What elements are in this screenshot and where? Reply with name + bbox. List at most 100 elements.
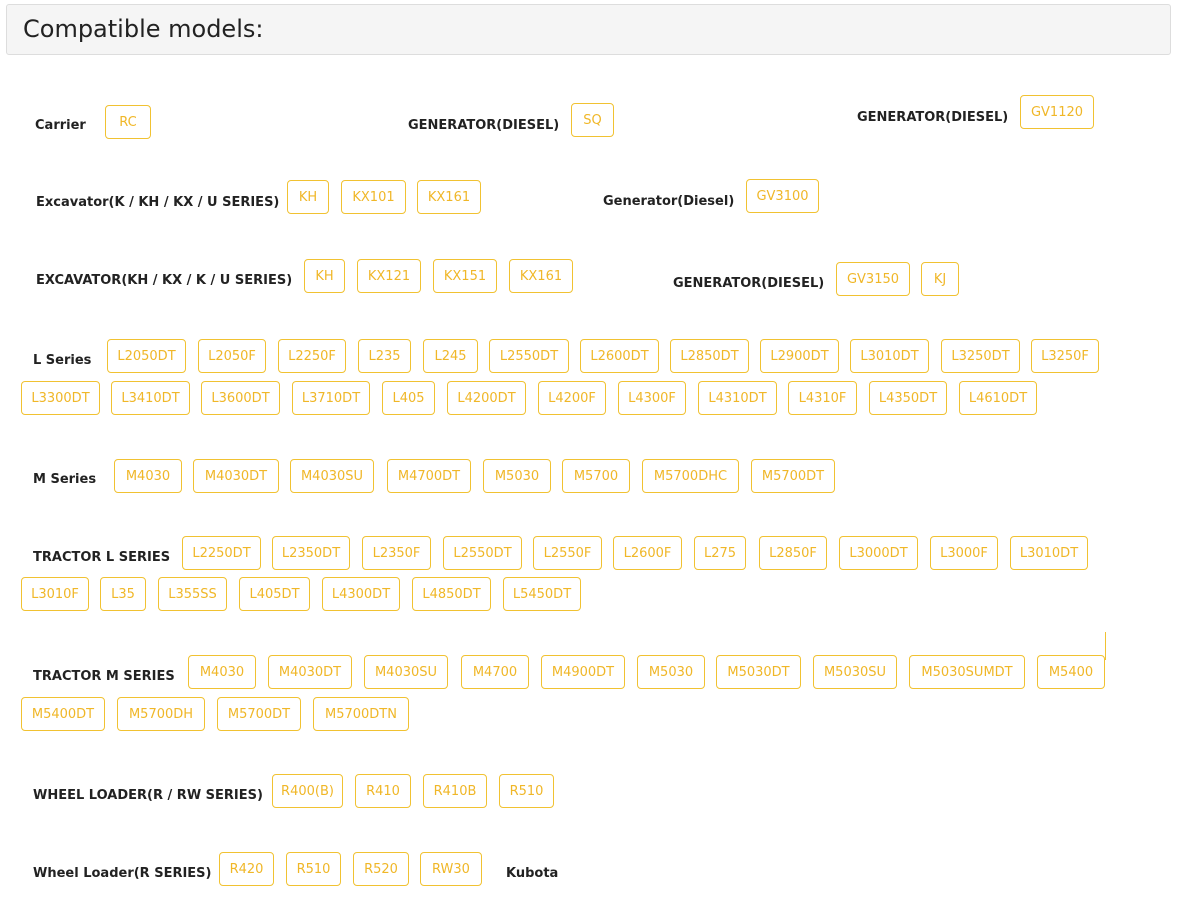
model-chip-r410[interactable]: R410 [355, 774, 411, 808]
model-chip-l2850f[interactable]: L2850F [759, 536, 827, 570]
model-chip-sq[interactable]: SQ [571, 103, 614, 137]
model-chip-r420[interactable]: R420 [219, 852, 274, 886]
model-chip-gv1120[interactable]: GV1120 [1020, 95, 1094, 129]
model-chip-gv3100[interactable]: GV3100 [746, 179, 819, 213]
model-chip-m4030[interactable]: M4030 [114, 459, 182, 493]
model-chip-m5030dt[interactable]: M5030DT [716, 655, 801, 689]
model-chip-kx161[interactable]: KX161 [509, 259, 573, 293]
model-chip-m4030su[interactable]: M4030SU [290, 459, 374, 493]
model-chip-m4030dt[interactable]: M4030DT [268, 655, 352, 689]
model-chip-m5700dh[interactable]: M5700DH [117, 697, 205, 731]
category-label: GENERATOR(DIESEL) [673, 276, 825, 291]
model-chip-m5030sumdt[interactable]: M5030SUMDT [909, 655, 1025, 689]
model-chip-l245[interactable]: L245 [423, 339, 478, 373]
model-chip-r520[interactable]: R520 [353, 852, 409, 886]
model-chip-l235[interactable]: L235 [358, 339, 411, 373]
category-label: M Series [33, 472, 97, 487]
model-chip-kx121[interactable]: KX121 [357, 259, 421, 293]
model-chip-l2550dt[interactable]: L2550DT [443, 536, 522, 570]
model-chip-m4030dt[interactable]: M4030DT [193, 459, 279, 493]
model-chip-r510[interactable]: R510 [286, 852, 341, 886]
model-chip-m5400dt[interactable]: M5400DT [21, 697, 105, 731]
model-chip-m5030[interactable]: M5030 [483, 459, 551, 493]
category-label: Generator(Diesel) [603, 194, 735, 209]
model-chip-l2050f[interactable]: L2050F [198, 339, 266, 373]
model-chip-l4300dt[interactable]: L4300DT [322, 577, 400, 611]
model-chip-l2850dt[interactable]: L2850DT [670, 339, 749, 373]
model-chip-l275[interactable]: L275 [694, 536, 746, 570]
model-chip-l2250dt[interactable]: L2250DT [182, 536, 261, 570]
model-chip-kh[interactable]: KH [304, 259, 345, 293]
model-chip-l3250dt[interactable]: L3250DT [941, 339, 1020, 373]
category-label: L Series [33, 353, 92, 368]
model-chip-rc[interactable]: RC [105, 105, 151, 139]
model-chip-r410b[interactable]: R410B [423, 774, 487, 808]
model-chip-m5400[interactable]: M5400 [1037, 655, 1105, 689]
category-label: Kubota [506, 866, 559, 881]
model-chip-l405[interactable]: L405 [382, 381, 435, 415]
category-label: GENERATOR(DIESEL) [857, 110, 1009, 125]
model-chip-l4350dt[interactable]: L4350DT [869, 381, 947, 415]
category-label: TRACTOR L SERIES [33, 550, 171, 565]
model-chip-l2050dt[interactable]: L2050DT [107, 339, 186, 373]
model-chip-m5700dt[interactable]: M5700DT [217, 697, 301, 731]
model-chip-m4900dt[interactable]: M4900DT [541, 655, 625, 689]
model-chip-l3410dt[interactable]: L3410DT [111, 381, 190, 415]
category-label: Carrier [35, 118, 86, 133]
model-chip-l2550dt[interactable]: L2550DT [489, 339, 569, 373]
model-chip-l3010dt[interactable]: L3010DT [850, 339, 929, 373]
model-chip-m5700dhc[interactable]: M5700DHC [642, 459, 739, 493]
model-chip-l3010f[interactable]: L3010F [21, 577, 89, 611]
model-chip-l2350f[interactable]: L2350F [362, 536, 431, 570]
model-chip-l2350dt[interactable]: L2350DT [272, 536, 350, 570]
model-chip-l5450dt[interactable]: L5450DT [503, 577, 581, 611]
model-chip-l2600dt[interactable]: L2600DT [580, 339, 659, 373]
model-chip-l2250f[interactable]: L2250F [278, 339, 346, 373]
model-chip-m5030su[interactable]: M5030SU [813, 655, 897, 689]
model-chip-l3000dt[interactable]: L3000DT [839, 536, 918, 570]
category-label: TRACTOR M SERIES [33, 669, 175, 684]
model-chip-kx101[interactable]: KX101 [341, 180, 406, 214]
model-chip-r510[interactable]: R510 [499, 774, 554, 808]
model-chip-m4030[interactable]: M4030 [188, 655, 256, 689]
section-header: Compatible models: [6, 4, 1171, 55]
model-chip-l2900dt[interactable]: L2900DT [760, 339, 839, 373]
model-chip-l405dt[interactable]: L405DT [239, 577, 310, 611]
model-chip-rw30[interactable]: RW30 [420, 852, 482, 886]
model-chip-l2550f[interactable]: L2550F [533, 536, 602, 570]
model-chip-m5700dt[interactable]: M5700DT [751, 459, 835, 493]
model-chip-l4310dt[interactable]: L4310DT [698, 381, 777, 415]
model-chip-l355ss[interactable]: L355SS [158, 577, 227, 611]
model-chip-l4200f[interactable]: L4200F [538, 381, 606, 415]
category-label: WHEEL LOADER(R / RW SERIES) [33, 788, 263, 803]
model-chip-kh[interactable]: KH [287, 180, 329, 214]
model-chip-l4850dt[interactable]: L4850DT [412, 577, 491, 611]
model-chip-gv3150[interactable]: GV3150 [836, 262, 910, 296]
model-chip-m5030[interactable]: M5030 [637, 655, 705, 689]
model-chip-kx161[interactable]: KX161 [417, 180, 481, 214]
model-chip-m5700dtn[interactable]: M5700DTN [313, 697, 409, 731]
model-chip-l4300f[interactable]: L4300F [618, 381, 686, 415]
model-chip-l4200dt[interactable]: L4200DT [447, 381, 526, 415]
model-chip-l4310f[interactable]: L4310F [788, 381, 857, 415]
model-chip-l3600dt[interactable]: L3600DT [201, 381, 280, 415]
category-label: EXCAVATOR(KH / KX / K / U SERIES) [36, 273, 293, 288]
model-chip-l3250f[interactable]: L3250F [1031, 339, 1099, 373]
category-label: Wheel Loader(R SERIES) [33, 866, 212, 881]
model-chip-l3000f[interactable]: L3000F [930, 536, 998, 570]
model-chip-kj[interactable]: KJ [921, 262, 959, 296]
model-chip-m4700dt[interactable]: M4700DT [387, 459, 471, 493]
model-chip-r400-b[interactable]: R400(B) [272, 774, 343, 808]
model-chip-l4610dt[interactable]: L4610DT [959, 381, 1037, 415]
model-chip-m5700[interactable]: M5700 [562, 459, 630, 493]
model-chip-l2600f[interactable]: L2600F [613, 536, 682, 570]
category-label: GENERATOR(DIESEL) [408, 118, 560, 133]
model-chip-kx151[interactable]: KX151 [433, 259, 497, 293]
model-chip-m4030su[interactable]: M4030SU [364, 655, 448, 689]
model-chip-l3710dt[interactable]: L3710DT [292, 381, 370, 415]
model-chip-l3300dt[interactable]: L3300DT [21, 381, 100, 415]
model-chip-m4700[interactable]: M4700 [461, 655, 529, 689]
category-label: Excavator(K / KH / KX / U SERIES) [36, 195, 280, 210]
model-chip-l3010dt[interactable]: L3010DT [1010, 536, 1088, 570]
model-chip-l35[interactable]: L35 [100, 577, 146, 611]
